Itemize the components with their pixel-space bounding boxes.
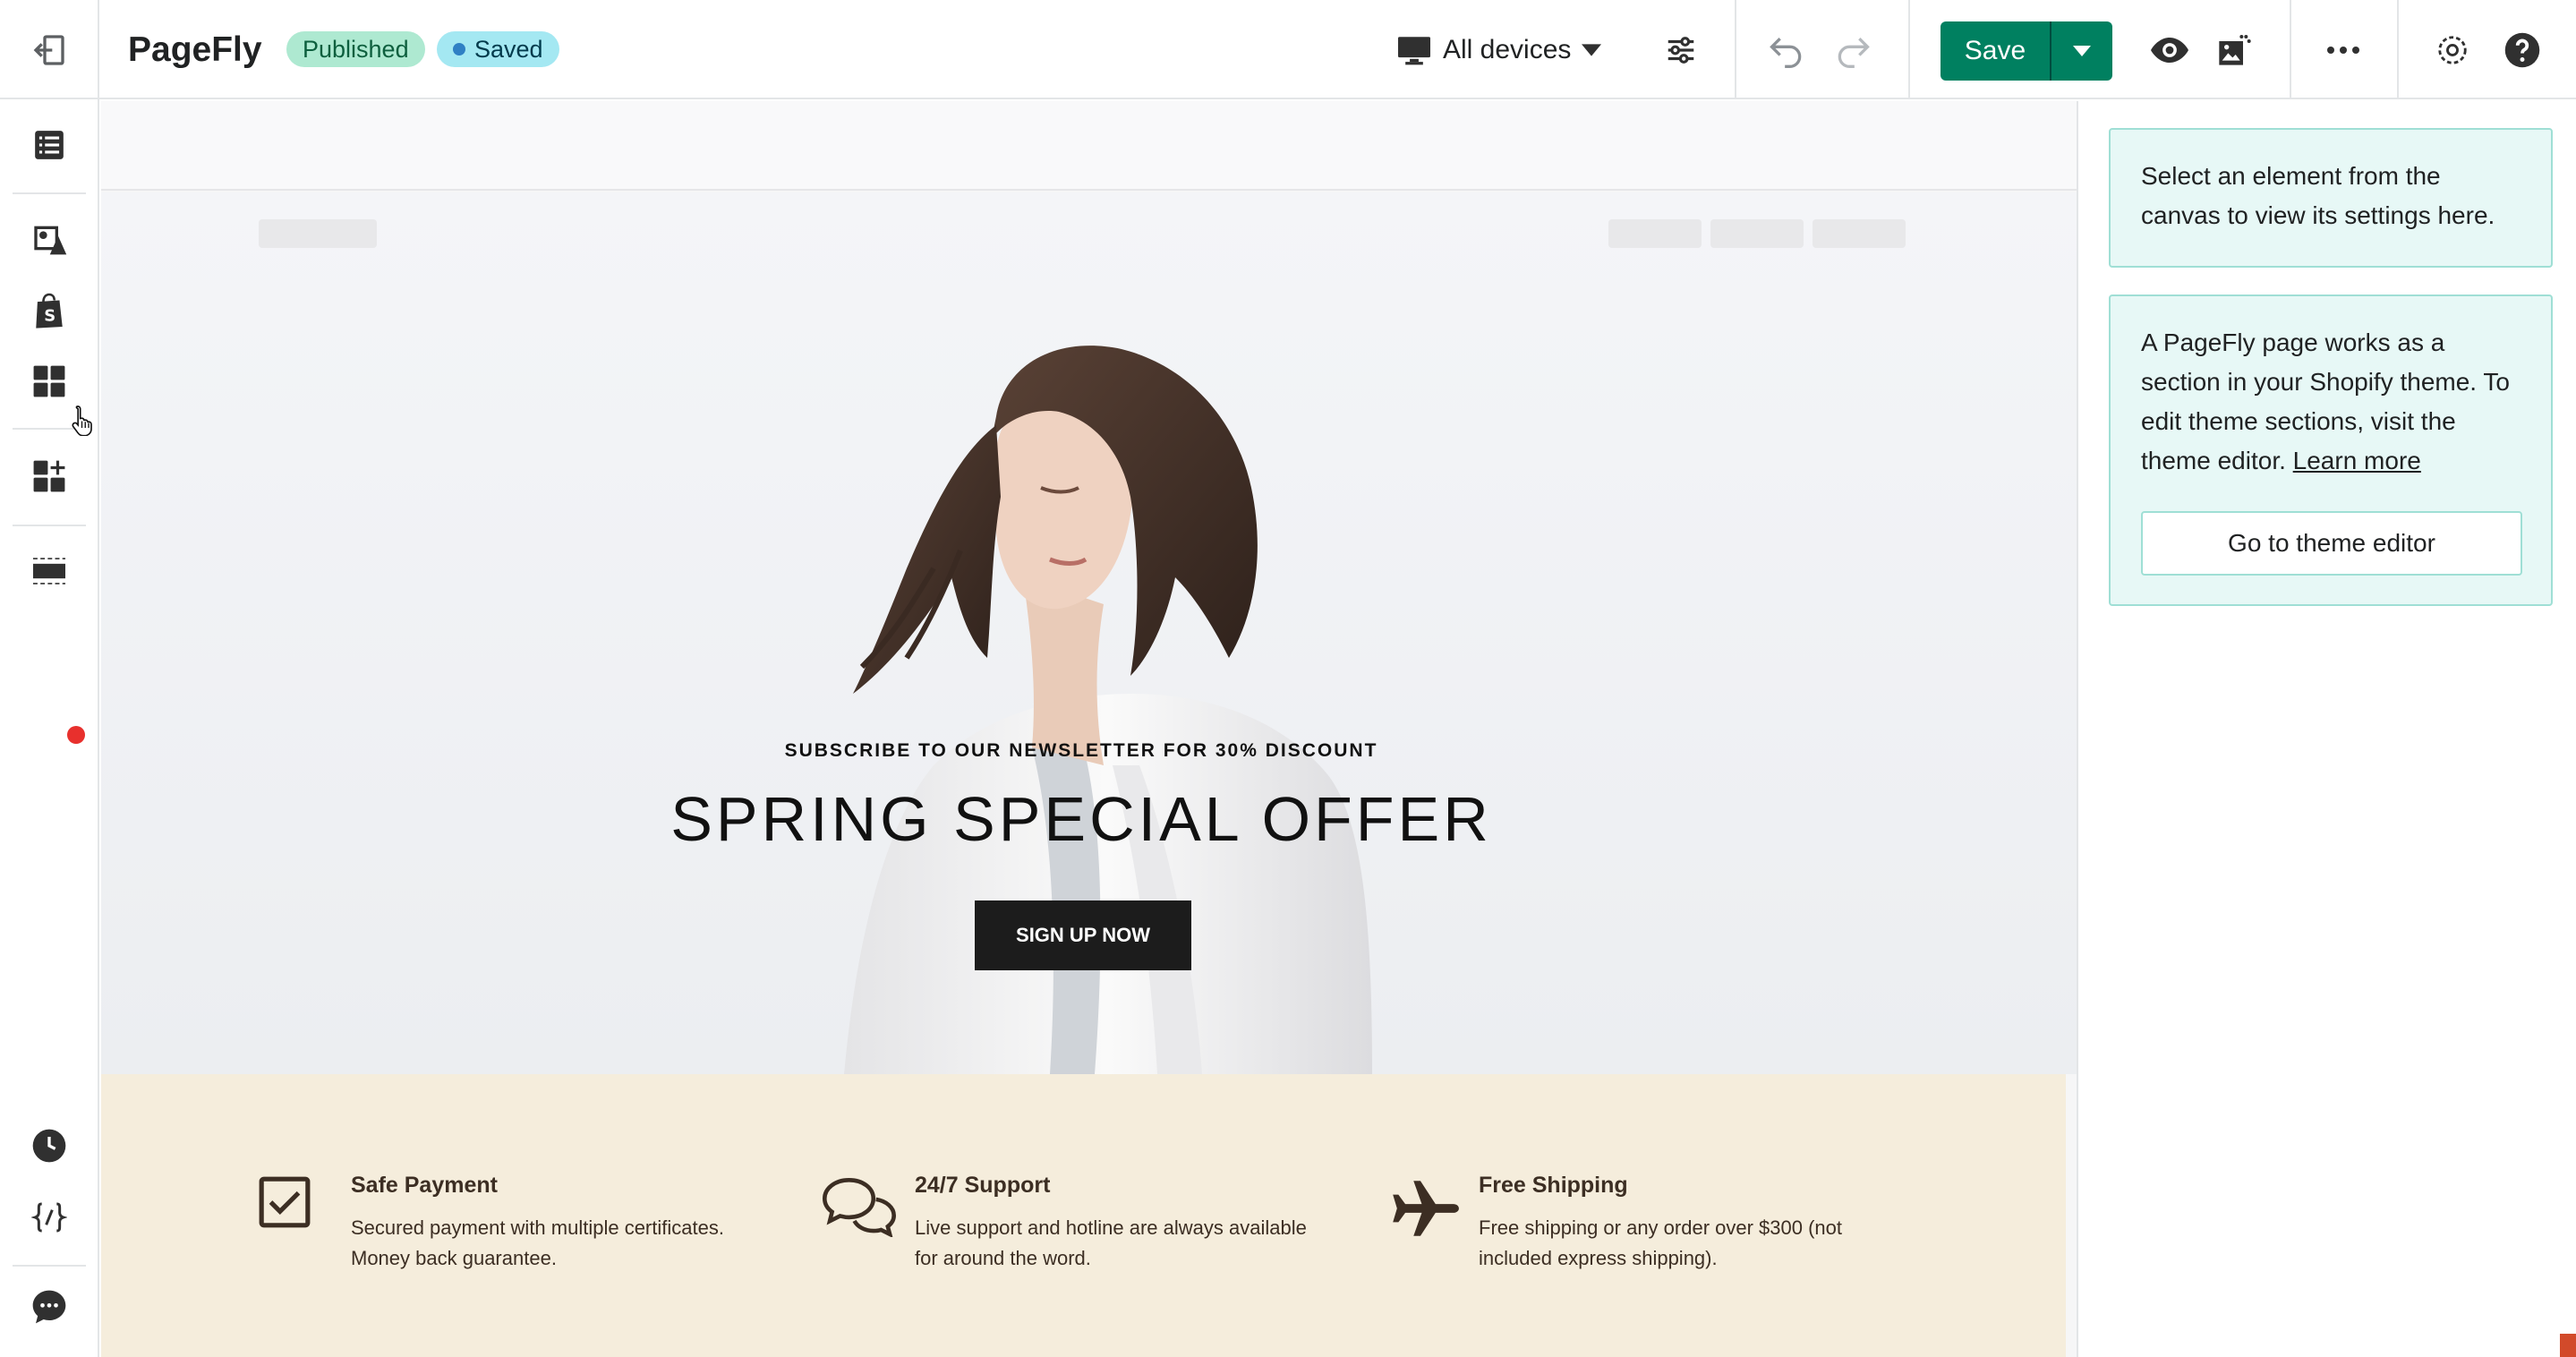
feature-description: Secured payment with multiple certificat… bbox=[351, 1216, 724, 1269]
learn-more-link[interactable]: Learn more bbox=[2293, 447, 2421, 474]
more-actions-button[interactable] bbox=[2318, 25, 2368, 75]
page-outline-button[interactable] bbox=[21, 117, 77, 173]
redo-icon bbox=[1838, 37, 1870, 68]
theme-info-card: A PageFly page works as a section in you… bbox=[2109, 294, 2553, 606]
sidebar-item-shopify[interactable]: S bbox=[21, 283, 77, 338]
exit-button[interactable] bbox=[0, 0, 99, 99]
svg-text:S: S bbox=[44, 306, 55, 325]
saved-badge: Saved bbox=[437, 31, 559, 67]
selection-hint-text: Select an element from the canvas to vie… bbox=[2141, 162, 2495, 229]
features-section[interactable]: Safe Payment Secured payment with multip… bbox=[101, 1074, 2066, 1357]
exit-icon bbox=[33, 34, 64, 65]
preview-button[interactable] bbox=[2145, 25, 2195, 75]
checkbox-icon bbox=[259, 1176, 311, 1228]
left-sidebar: S bbox=[0, 99, 99, 1357]
window-corner bbox=[2560, 1334, 2576, 1357]
feature-description: Free shipping or any order over $300 (no… bbox=[1479, 1216, 1843, 1269]
sidebar-item-sections[interactable] bbox=[21, 543, 77, 599]
code-braces-icon bbox=[31, 1202, 67, 1233]
desktop-icon bbox=[1398, 37, 1430, 65]
list-icon bbox=[35, 131, 64, 159]
image-shapes-icon bbox=[34, 226, 67, 255]
sidebar-divider bbox=[13, 525, 86, 526]
help-icon bbox=[2504, 32, 2540, 68]
sidebar-divider bbox=[13, 1265, 86, 1267]
nav-placeholder bbox=[1813, 219, 1906, 248]
toolbar-divider bbox=[1735, 0, 1736, 99]
save-button[interactable]: Save bbox=[1941, 21, 2051, 81]
save-options-button[interactable] bbox=[2051, 21, 2112, 81]
sidebar-item-media[interactable] bbox=[21, 210, 77, 266]
hero-title: SPRING SPECIAL OFFER bbox=[670, 784, 1492, 854]
sliders-icon bbox=[1668, 37, 1694, 64]
gear-icon bbox=[2438, 36, 2467, 64]
eye-icon bbox=[2151, 38, 2188, 63]
redo-button[interactable] bbox=[1828, 25, 1878, 75]
caret-down-icon bbox=[2073, 46, 2091, 56]
chat-icon bbox=[32, 1290, 66, 1324]
sidebar-item-elements[interactable] bbox=[21, 354, 77, 409]
section-layout-icon bbox=[33, 558, 65, 585]
settings-panel: Select an element from the canvas to vie… bbox=[2077, 101, 2576, 1357]
clock-icon bbox=[32, 1129, 66, 1163]
logo-placeholder bbox=[259, 219, 377, 248]
toolbar-divider bbox=[2290, 0, 2291, 99]
image-gallery-icon bbox=[2219, 35, 2251, 65]
editor-canvas[interactable]: SUBSCRIBE TO OUR NEWSLETTER FOR 30% DISC… bbox=[101, 101, 2077, 1357]
top-bar: PageFly Published Saved All devices Save bbox=[0, 0, 2576, 99]
device-selector-label: All devices bbox=[1443, 35, 1572, 64]
sidebar-item-add-elements[interactable] bbox=[21, 448, 77, 504]
sidebar-item-history[interactable] bbox=[21, 1118, 77, 1174]
selection-hint-card: Select an element from the canvas to vie… bbox=[2109, 128, 2553, 268]
grid-icon bbox=[33, 365, 65, 397]
feature-title: Free Shipping bbox=[1479, 1173, 1628, 1198]
published-badge: Published bbox=[286, 31, 425, 67]
undo-icon bbox=[1770, 37, 1802, 68]
help-button[interactable] bbox=[2497, 25, 2547, 75]
more-horizontal-icon bbox=[2327, 47, 2359, 54]
feature-title: Safe Payment bbox=[351, 1173, 498, 1198]
sign-up-button[interactable]: SIGN UP NOW bbox=[975, 900, 1191, 970]
toolbar-divider bbox=[2397, 0, 2399, 99]
pointer-cursor-icon bbox=[70, 404, 97, 440]
nav-placeholder bbox=[1608, 219, 1702, 248]
caret-down-icon bbox=[1582, 44, 1602, 56]
sidebar-item-custom-code[interactable] bbox=[21, 1190, 77, 1245]
feature-title: 24/7 Support bbox=[915, 1173, 1051, 1198]
hero-section[interactable]: SUBSCRIBE TO OUR NEWSLETTER FOR 30% DISC… bbox=[101, 192, 2077, 1074]
sidebar-item-chat-support[interactable] bbox=[21, 1279, 77, 1335]
undo-button[interactable] bbox=[1761, 25, 1812, 75]
hero-subtitle: SUBSCRIBE TO OUR NEWSLETTER FOR 30% DISC… bbox=[784, 740, 1378, 761]
toolbar-divider bbox=[1908, 0, 1910, 99]
global-settings-button[interactable] bbox=[2427, 25, 2478, 75]
page-settings-button[interactable] bbox=[1656, 25, 1706, 75]
media-library-button[interactable] bbox=[2209, 25, 2259, 75]
notification-dot bbox=[67, 726, 85, 744]
nav-placeholder bbox=[1710, 219, 1804, 248]
grid-add-icon bbox=[33, 460, 65, 492]
chat-bubbles-icon bbox=[823, 1178, 896, 1237]
airplane-icon bbox=[1393, 1181, 1459, 1236]
canvas-header-strip bbox=[101, 101, 2077, 191]
shopify-bag-icon: S bbox=[36, 293, 63, 329]
save-button-group: Save bbox=[1941, 21, 2112, 81]
sidebar-divider bbox=[13, 192, 86, 194]
device-selector[interactable]: All devices bbox=[1396, 27, 1602, 73]
saved-badge-label: Saved bbox=[474, 35, 543, 63]
saved-dot-icon bbox=[453, 43, 465, 55]
app-title: PageFly bbox=[128, 30, 262, 69]
go-to-theme-editor-button[interactable]: Go to theme editor bbox=[2141, 511, 2522, 576]
feature-description: Live support and hotline are always avai… bbox=[915, 1216, 1307, 1269]
